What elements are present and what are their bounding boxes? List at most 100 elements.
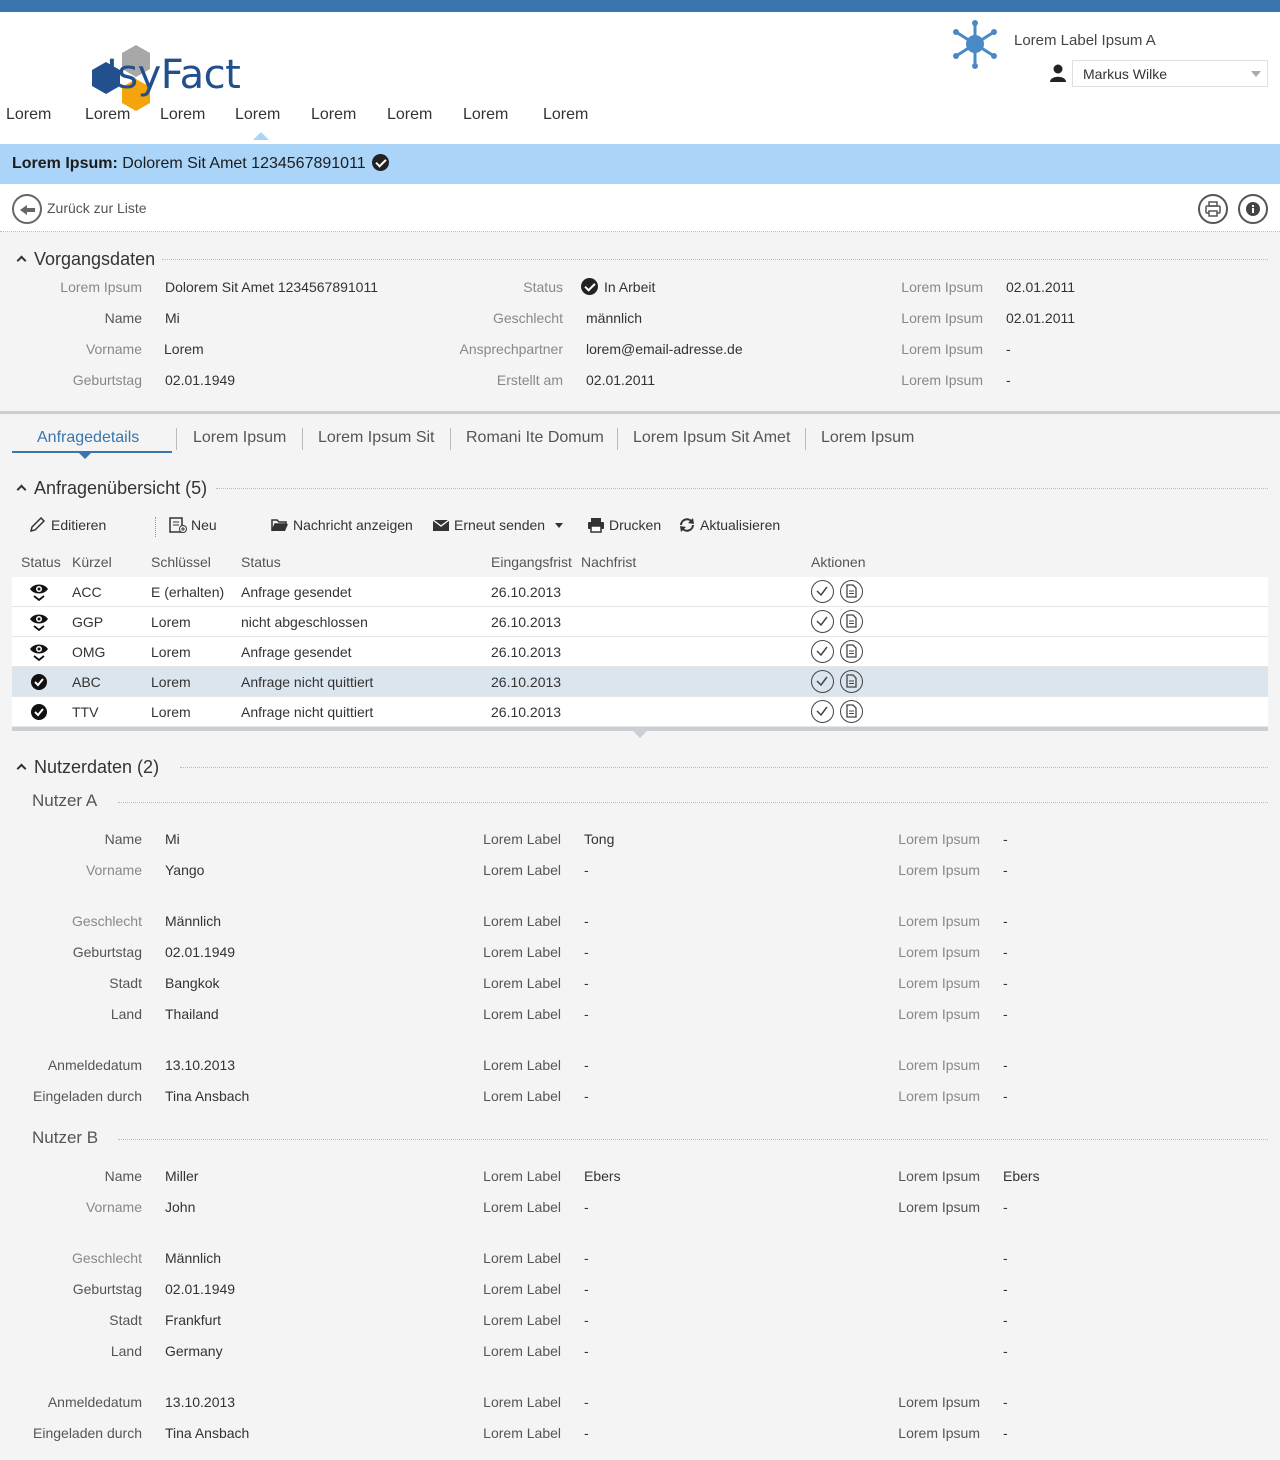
back-arrow-icon[interactable] xyxy=(12,194,42,224)
section-nutzerdaten-title[interactable]: Nutzerdaten (2) xyxy=(16,757,159,778)
field-value: - xyxy=(584,1250,589,1266)
field-value: - xyxy=(1003,1199,1008,1215)
field-label: Lorem Ipsum xyxy=(898,1006,980,1022)
field-label: Lorem Label xyxy=(483,1057,561,1073)
table-row[interactable]: GGP Lorem nicht abgeschlossen 26.10.2013 xyxy=(12,607,1268,637)
nav-item-7[interactable]: Lorem xyxy=(463,106,508,124)
table-row[interactable]: ACC E (erhalten) Anfrage gesendet 26.10.201… xyxy=(12,577,1268,607)
back-to-list-link[interactable]: Zurück zur Liste xyxy=(47,200,147,216)
field-label: Lorem Ipsum xyxy=(898,1088,980,1104)
table-row[interactable]: ABC Lorem Anfrage nicht quittiert 26.10.201… xyxy=(12,667,1268,697)
field-value: - xyxy=(1003,1088,1008,1104)
nav-item-2[interactable]: Lorem xyxy=(85,106,130,124)
field-label: Stadt xyxy=(109,1312,142,1328)
tab-3[interactable]: Lorem Ipsum Sit xyxy=(318,429,434,447)
chevron-up-icon xyxy=(16,763,27,774)
table-row[interactable]: OMG Lorem Anfrage gesendet 26.10.2013 xyxy=(12,637,1268,667)
section-anfragen-title[interactable]: Anfragenübersicht (5) xyxy=(16,478,207,499)
document-action-button[interactable] xyxy=(840,700,863,723)
confirm-action-button[interactable] xyxy=(811,640,834,663)
print-button[interactable] xyxy=(1198,194,1228,224)
edit-button[interactable]: Editieren xyxy=(29,516,106,533)
field-value: Frankfurt xyxy=(165,1312,222,1328)
field-value: - xyxy=(584,862,589,878)
nav-item-3[interactable]: Lorem xyxy=(160,106,205,124)
user-icon xyxy=(1050,64,1066,82)
refresh-button[interactable]: Aktualisieren xyxy=(678,517,780,533)
print-table-button[interactable]: Drucken xyxy=(587,517,661,533)
section-divider xyxy=(162,259,1268,260)
document-icon xyxy=(846,584,857,598)
field-label: Lorem Ipsum xyxy=(898,1394,980,1410)
check-icon xyxy=(816,676,828,687)
section-title-text: Vorgangsdaten xyxy=(34,249,156,269)
column-header[interactable]: Nachfrist xyxy=(581,554,636,570)
field-value: - xyxy=(584,1006,589,1022)
user-select-value: Markus Wilke xyxy=(1083,66,1168,82)
section-divider xyxy=(180,767,1268,768)
field-value: Tina Ansbach xyxy=(165,1088,250,1104)
logo-text: IsyFact xyxy=(106,52,241,98)
field-label: Lorem Ipsum xyxy=(898,1425,980,1441)
new-button[interactable]: Neu xyxy=(169,517,217,533)
confirm-action-button[interactable] xyxy=(811,670,834,693)
nav-item-1[interactable]: Lorem xyxy=(6,106,51,124)
eye-icon xyxy=(29,613,49,632)
field-value: Mi xyxy=(165,831,180,847)
field-label: Lorem Ipsum xyxy=(901,372,983,388)
field-label: Vorname xyxy=(85,341,142,357)
tab-6[interactable]: Lorem Ipsum xyxy=(821,429,914,447)
field-label: Name xyxy=(104,1168,142,1184)
tab-5[interactable]: Lorem Ipsum Sit Amet xyxy=(633,429,790,447)
tab-2[interactable]: Lorem Ipsum xyxy=(193,429,286,447)
column-header[interactable]: Kürzel xyxy=(72,554,112,570)
document-action-button[interactable] xyxy=(840,640,863,663)
column-header[interactable]: Eingangsfrist xyxy=(491,554,572,570)
nav-item-6[interactable]: Lorem xyxy=(387,106,432,124)
field-value: Dolorem Sit Amet 1234567891011 xyxy=(165,279,378,295)
show-message-button[interactable]: Nachricht anzeigen xyxy=(271,517,413,533)
confirm-action-button[interactable] xyxy=(811,580,834,603)
field-label: Anmeldedatum xyxy=(47,1394,142,1410)
field-value: 13.10.2013 xyxy=(165,1057,236,1073)
document-icon xyxy=(846,614,857,628)
document-action-button[interactable] xyxy=(840,610,863,633)
field-value: 02.01.1949 xyxy=(165,1281,236,1297)
section-vorgangsdaten-title[interactable]: Vorgangsdaten xyxy=(16,249,156,270)
confirm-action-button[interactable] xyxy=(811,700,834,723)
column-header[interactable]: Status xyxy=(21,554,61,570)
show-message-label: Nachricht anzeigen xyxy=(293,517,413,533)
column-header[interactable]: Status xyxy=(241,554,281,570)
confirm-action-button[interactable] xyxy=(811,610,834,633)
field-value: Männlich xyxy=(165,1250,222,1266)
field-value: Mi xyxy=(165,310,180,326)
document-action-button[interactable] xyxy=(840,580,863,603)
field-label: Anmeldedatum xyxy=(47,1057,142,1073)
field-label: Lorem Label xyxy=(483,913,561,929)
info-button[interactable] xyxy=(1238,194,1268,224)
section-divider xyxy=(216,488,1268,489)
nav-item-8[interactable]: Lorem xyxy=(543,106,588,124)
field-value: 02.01.2011 xyxy=(1006,279,1076,295)
resend-dropdown-button[interactable]: Erneut senden xyxy=(432,517,563,533)
user-select[interactable]: Markus Wilke xyxy=(1072,60,1268,87)
tab-anfragedetails[interactable]: Anfragedetails xyxy=(37,429,139,447)
table-row[interactable]: TTV Lorem Anfrage nicht quittiert 26.10.201… xyxy=(12,697,1268,727)
section-separator xyxy=(0,411,1280,414)
field-label: Lorem Ipsum xyxy=(898,1168,980,1184)
document-action-button[interactable] xyxy=(840,670,863,693)
nav-item-4[interactable]: Lorem xyxy=(235,106,280,124)
nav-item-5[interactable]: Lorem xyxy=(311,106,356,124)
envelope-icon xyxy=(432,519,450,531)
field-value: Männlich xyxy=(165,913,222,929)
tab-separator xyxy=(617,428,618,450)
tab-4[interactable]: Romani Ite Domum xyxy=(466,429,604,447)
cell-schluessel: Lorem xyxy=(151,644,191,660)
nutzer-a-title: Nutzer A xyxy=(32,791,98,810)
field-value: - xyxy=(1003,1057,1008,1073)
field-value: - xyxy=(584,913,589,929)
field-value: - xyxy=(584,1057,589,1073)
field-value: - xyxy=(584,1312,589,1328)
column-header[interactable]: Schlüssel xyxy=(151,554,211,570)
cell-eingangsfrist: 26.10.2013 xyxy=(491,674,562,690)
